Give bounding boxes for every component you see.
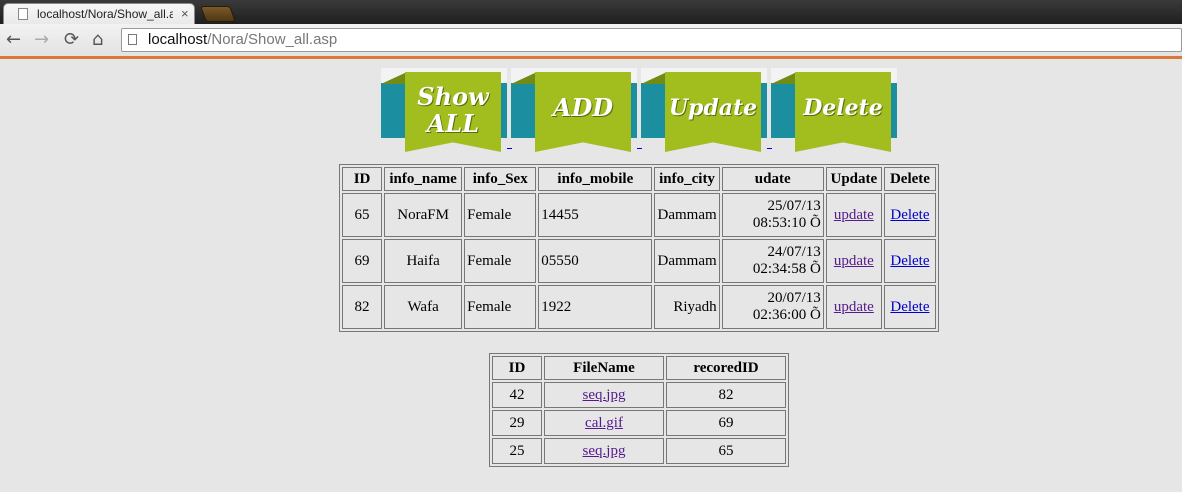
tab-title: localhost/Nora/Show_all.a [37,7,173,21]
col-header-info-mobile: info_mobile [538,167,653,191]
cell-recoredid: 69 [666,410,786,436]
udate-time: 02:34:58 Õ [752,261,821,277]
cell-update: update [825,193,882,237]
cell-delete: Delete [883,285,936,329]
browser-toolbar: ← → ⟳ ⌂ localhost/Nora/Show_all.asp [0,24,1182,59]
show-all-label-line1: Show [417,82,489,111]
add-button[interactable]: ADD [511,68,642,156]
table-header-row: ID FileName recoredID [492,356,786,380]
cell-recoredid: 65 [666,438,786,464]
cell-filename: seq.jpg [544,438,664,464]
url-host: localhost [148,31,208,48]
delete-label: Delete [803,95,883,121]
address-bar[interactable]: localhost/Nora/Show_all.asp [121,28,1182,52]
cell-mobile: 1922 [538,285,653,329]
table-row: 82 Wafa Female 1922 Riyadh 20/07/13 02:36… [342,285,936,329]
close-tab-icon[interactable]: × [181,6,189,21]
cell-sex: Female [464,239,537,283]
add-label: ADD [552,93,614,122]
cell-name: Wafa [384,285,463,329]
table-header-row: ID info_name info_Sex info_mobile info_c… [342,167,936,191]
udate-date: 25/07/13 [767,198,821,214]
cell-recoredid: 82 [666,382,786,408]
files-table: ID FileName recoredID 42 seq.jpg 82 29 c… [489,353,789,467]
udate-time: 08:53:10 Õ [752,215,821,231]
cell-name: NoraFM [384,193,463,237]
delete-link[interactable]: Delete [890,299,929,315]
update-label: Update [668,95,758,121]
cell-id: 25 [492,438,542,464]
file-link[interactable]: cal.gif [585,415,623,431]
cell-id: 82 [342,285,383,329]
show-all-button[interactable]: Show ALL [381,68,512,156]
cell-sex: Female [464,193,537,237]
table-row: 65 NoraFM Female 14455 Dammam 25/07/13 08… [342,193,936,237]
cell-filename: cal.gif [544,410,664,436]
url-text: localhost/Nora/Show_all.asp [148,31,337,48]
cell-mobile: 14455 [538,193,653,237]
cell-update: update [825,239,882,283]
new-tab-button[interactable] [200,6,236,22]
delete-link[interactable]: Delete [890,253,929,269]
records-table: ID info_name info_Sex info_mobile info_c… [339,164,939,332]
cell-id: 69 [342,239,383,283]
col-header-id: ID [492,356,542,380]
cell-sex: Female [464,285,537,329]
show-all-label-line2: ALL [426,109,480,138]
page-icon [128,34,137,45]
cell-id: 42 [492,382,542,408]
col-header-udate: udate [721,167,824,191]
forward-icon[interactable]: → [34,29,49,50]
table-row: 25 seq.jpg 65 [492,438,786,464]
cell-filename: seq.jpg [544,382,664,408]
table-row: 69 Haifa Female 05550 Dammam 24/07/13 02:… [342,239,936,283]
cell-city: Dammam [654,193,720,237]
col-header-id: ID [342,167,383,191]
cell-name: Haifa [384,239,463,283]
cell-city: Dammam [654,239,720,283]
cell-udate: 25/07/13 08:53:10 Õ [721,193,824,237]
cell-id: 29 [492,410,542,436]
update-link[interactable]: update [834,207,874,223]
file-link[interactable]: seq.jpg [583,387,626,403]
udate-date: 20/07/13 [767,290,821,306]
cell-mobile: 05550 [538,239,653,283]
cell-udate: 20/07/13 02:36:00 Õ [721,285,824,329]
back-icon[interactable]: ← [6,29,21,50]
cell-id: 65 [342,193,383,237]
udate-time: 02:36:00 Õ [752,307,821,323]
tab-strip: localhost/Nora/Show_all.a × [0,0,1182,24]
col-header-recoredid: recoredID [666,356,786,380]
udate-date: 24/07/13 [767,244,821,260]
update-link[interactable]: update [834,253,874,269]
home-icon[interactable]: ⌂ [92,29,103,50]
page-icon [18,8,28,20]
file-link[interactable]: seq.jpg [583,443,626,459]
delete-nav-button[interactable]: Delete [771,68,897,156]
cell-udate: 24/07/13 02:34:58 Õ [721,239,824,283]
update-nav-button[interactable]: Update [641,68,772,156]
update-link[interactable]: update [834,299,874,315]
cell-delete: Delete [883,239,936,283]
cell-city: Riyadh [654,285,720,329]
url-path: /Nora/Show_all.asp [207,31,338,48]
col-header-filename: FileName [544,356,664,380]
cell-delete: Delete [883,193,936,237]
col-header-delete: Delete [883,167,936,191]
table-row: 29 cal.gif 69 [492,410,786,436]
col-header-info-sex: info_Sex [464,167,537,191]
browser-tab[interactable]: localhost/Nora/Show_all.a × [3,3,195,24]
reload-icon[interactable]: ⟳ [64,29,79,50]
col-header-info-city: info_city [654,167,720,191]
col-header-info-name: info_name [384,167,463,191]
delete-link[interactable]: Delete [890,207,929,223]
cell-update: update [825,285,882,329]
col-header-update: Update [825,167,882,191]
table-row: 42 seq.jpg 82 [492,382,786,408]
